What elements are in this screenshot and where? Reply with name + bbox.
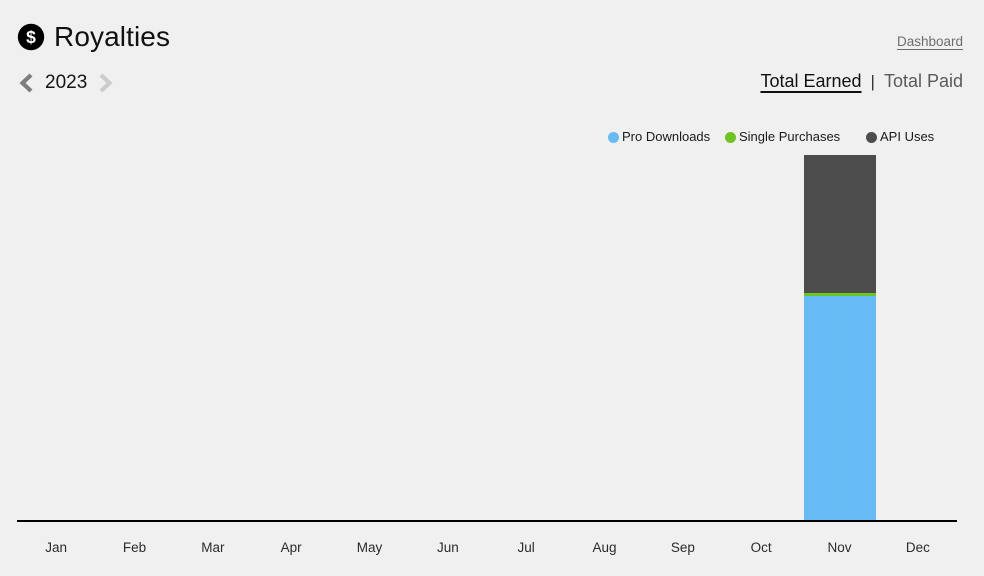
x-tick-label: May	[356, 540, 383, 555]
bar-segment[interactable]	[803, 296, 876, 521]
x-tick-label: Oct	[750, 540, 772, 555]
legend-swatch-icon	[608, 131, 619, 143]
x-tick-label: Nov	[827, 540, 852, 555]
view-toggle: Total Earned | Total Paid	[760, 71, 963, 92]
legend-swatch-icon	[866, 131, 877, 143]
brand: $ Royalties	[17, 22, 170, 52]
dashboard-link[interactable]: Dashboard	[897, 34, 963, 49]
legend-item-api-uses[interactable]: API Uses	[866, 129, 934, 145]
tab-total-earned[interactable]: Total Earned	[760, 71, 861, 92]
chevron-right-icon[interactable]	[96, 72, 114, 94]
year-label: 2023	[45, 72, 88, 93]
legend-label: API Uses	[880, 129, 935, 144]
svg-text:$: $	[26, 27, 36, 47]
x-tick-label: Aug	[592, 540, 617, 555]
chart-plot-area	[17, 150, 957, 521]
page-title: Royalties	[54, 21, 171, 52]
legend-item-pro-downloads[interactable]: Pro Downloads	[608, 129, 710, 145]
x-tick-label: Feb	[122, 540, 147, 555]
chart-legend: Pro Downloads Single Purchases API Uses	[0, 129, 984, 147]
bar-segment[interactable]	[803, 155, 876, 294]
bar-group[interactable]	[803, 150, 876, 521]
page-header: $ Royalties Dashboard	[0, 0, 984, 66]
chevron-left-icon[interactable]	[18, 72, 36, 94]
legend-swatch-icon	[725, 131, 736, 143]
x-tick-label: Jan	[45, 540, 68, 555]
legend-label: Single Purchases	[739, 129, 841, 144]
x-tick-label: Mar	[201, 540, 225, 555]
x-tick-label: Apr	[280, 540, 302, 555]
subheader: 2023 Total Earned | Total Paid	[0, 66, 984, 110]
year-navigator: 2023	[18, 72, 114, 94]
tab-total-paid[interactable]: Total Paid	[884, 71, 963, 92]
x-tick-label: Jun	[436, 540, 459, 555]
toggle-separator: |	[870, 72, 875, 91]
dollar-circle-icon: $	[17, 23, 45, 51]
x-tick-label: Dec	[905, 540, 930, 555]
legend-item-single-purchases[interactable]: Single Purchases	[725, 129, 840, 145]
legend-label: Pro Downloads	[622, 129, 711, 144]
x-axis-tick-labels: Jan Feb Mar Apr May Jun Jul Aug Sep Oct Nov Dec	[17, 538, 957, 560]
x-tick-label: Jul	[517, 540, 535, 555]
x-tick-label: Sep	[670, 540, 695, 555]
